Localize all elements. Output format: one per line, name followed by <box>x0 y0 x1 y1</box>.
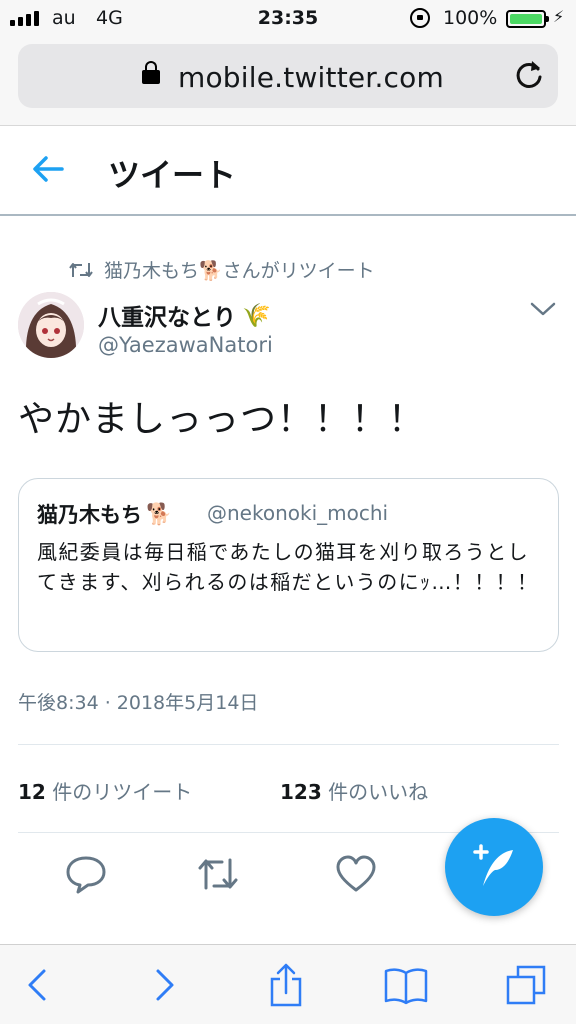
chevron-down-icon[interactable] <box>528 298 558 320</box>
retweet-context[interactable]: 猫乃木もち🐕さんがリツイート <box>68 256 375 283</box>
retweeted-by-text: 猫乃木もち🐕さんがリツイート <box>104 260 375 282</box>
quoted-author-handle: @nekonoki_mochi <box>207 501 389 525</box>
browser-address-area: mobile.twitter.com <box>0 36 576 126</box>
divider <box>18 744 559 745</box>
retweet-icon[interactable] <box>196 852 240 896</box>
like-count-link[interactable]: 123 件のいいね <box>280 776 428 805</box>
quoted-tweet[interactable]: 猫乃木もち 🐕 @nekonoki_mochi 風紀委員は毎日稲であたしの猫耳を… <box>18 478 559 652</box>
padlock-icon <box>142 61 160 84</box>
back-arrow-icon[interactable] <box>30 151 66 187</box>
status-bar: au 4G 23:35 100% ⚡ <box>0 0 576 36</box>
tweet-stats: 12 件のリツイート 123 件のいいね <box>18 776 428 805</box>
tweet-timestamp: 午後8:34 · 2018年5月14日 <box>18 692 259 714</box>
reload-icon[interactable] <box>512 58 546 92</box>
tweet-text: やかましっっつ！！！！ <box>18 399 426 440</box>
avatar-illustration <box>18 292 84 358</box>
browser-back-icon[interactable] <box>16 963 60 1007</box>
quoted-tweet-text: 風紀委員は毎日稲であたしの猫耳を刈り取ろうとしてきます、刈られるのは稲だというの… <box>37 540 539 594</box>
retweet-count-label: 件のリツイート <box>45 780 193 804</box>
retweet-small-icon <box>69 262 93 277</box>
url-text[interactable]: mobile.twitter.com <box>178 61 444 94</box>
page-title: ツイート <box>108 156 237 194</box>
share-icon[interactable] <box>264 963 308 1007</box>
quoted-author-name-text: 猫乃木もち <box>37 503 142 527</box>
rice-emoji-icon: 🌾 <box>242 302 271 329</box>
rotation-lock-icon <box>410 8 430 28</box>
page-header: ツイート <box>0 126 576 216</box>
author-name[interactable]: 八重沢なとり 🌾 <box>98 298 271 332</box>
avatar[interactable] <box>18 292 84 358</box>
retweet-count: 12 <box>18 780 46 804</box>
address-bar[interactable]: mobile.twitter.com <box>18 44 558 108</box>
reply-icon[interactable] <box>64 852 108 896</box>
charging-icon: ⚡ <box>553 7 565 26</box>
compose-tweet-button[interactable] <box>445 818 543 916</box>
dog-emoji-icon: 🐕 <box>146 501 173 526</box>
tabs-icon[interactable] <box>504 963 548 1007</box>
battery-percent: 100% <box>443 7 498 29</box>
quoted-author-name: 猫乃木もち 🐕 <box>37 499 172 529</box>
heart-icon[interactable] <box>334 852 378 896</box>
author-name-text: 八重沢なとり <box>98 305 236 331</box>
like-count-label: 件のいいね <box>321 780 429 804</box>
compose-tweet-icon <box>473 844 513 886</box>
bookmarks-icon[interactable] <box>384 963 428 1007</box>
battery-icon <box>506 10 549 28</box>
retweet-count-link[interactable]: 12 件のリツイート <box>18 780 192 804</box>
author-handle[interactable]: @YaezawaNatori <box>98 333 273 357</box>
browser-forward-icon[interactable] <box>142 963 186 1007</box>
like-count: 123 <box>280 780 322 804</box>
browser-toolbar <box>0 944 576 1024</box>
